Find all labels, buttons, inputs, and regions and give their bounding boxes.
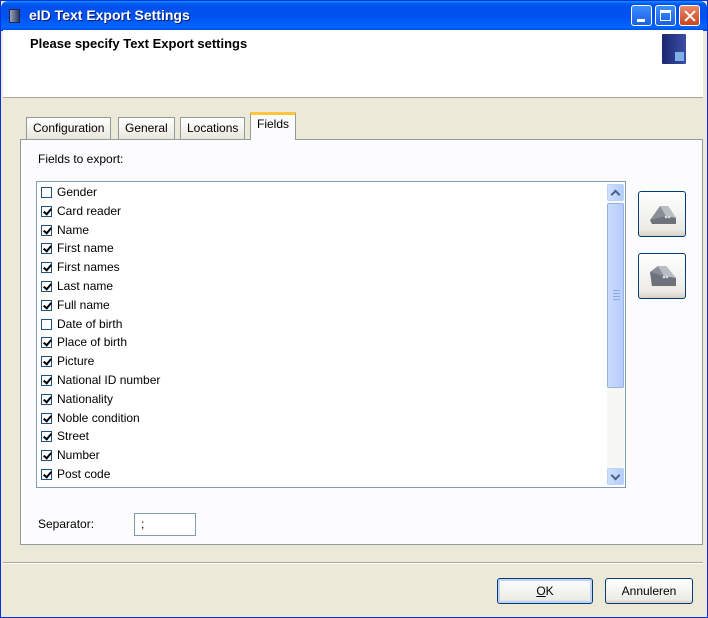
field-label: Place of birth — [57, 335, 128, 350]
fields-list[interactable]: Gender Card reader Name First name First nam… — [36, 181, 626, 488]
move-up-icon — [650, 206, 676, 224]
field-label: Full name — [57, 297, 110, 312]
tab-locations[interactable]: Locations — [180, 117, 246, 139]
separator-input[interactable]: ; — [134, 513, 196, 536]
title-bar[interactable]: eID Text Export Settings — [1, 1, 707, 31]
field-checkbox[interactable] — [41, 243, 52, 255]
field-label: Gender — [57, 185, 98, 199]
window-title: eID Text Export Settings — [29, 7, 190, 23]
field-checkbox[interactable] — [41, 393, 52, 405]
scroll-down-button[interactable] — [607, 468, 624, 485]
field-label: Last name — [57, 279, 114, 293]
field-checkbox[interactable] — [41, 187, 52, 198]
field-checkbox[interactable] — [41, 375, 52, 386]
field-checkbox[interactable] — [41, 450, 52, 462]
move-down-icon — [650, 266, 676, 286]
app-icon — [9, 9, 20, 23]
tab-configuration[interactable]: Configuration — [26, 117, 112, 139]
field-label: Card reader — [57, 203, 122, 218]
header-text: Please specify Text Export settings — [30, 36, 248, 51]
ok-accelerator: O — [536, 584, 546, 598]
field-checkbox[interactable] — [41, 469, 52, 480]
move-down-button[interactable] — [638, 253, 686, 299]
field-checkbox[interactable] — [41, 318, 52, 330]
field-label: National ID number — [57, 373, 161, 387]
field-label: Noble condition — [57, 410, 140, 425]
field-label: First name — [57, 241, 114, 256]
field-label: Picture — [57, 354, 95, 369]
field-checkbox[interactable] — [41, 205, 52, 217]
grip-line — [613, 293, 620, 294]
scroll-thumb[interactable] — [607, 203, 624, 388]
field-label: Number — [57, 448, 100, 463]
field-checkbox[interactable] — [41, 262, 52, 274]
field-label: Street — [57, 429, 90, 444]
eid-logo-icon — [662, 34, 686, 64]
field-checkbox[interactable] — [41, 299, 52, 311]
field-label: Date of birth — [57, 316, 123, 331]
divider — [3, 562, 703, 564]
field-checkbox[interactable] — [41, 356, 52, 368]
fields-to-export-label: Fields to export: — [38, 152, 124, 166]
field-label: First names — [57, 260, 120, 275]
close-button[interactable] — [679, 5, 700, 26]
tab-general[interactable]: General — [118, 117, 175, 139]
minimize-button[interactable] — [631, 5, 652, 26]
field-label: Post code — [57, 467, 111, 481]
move-up-button[interactable] — [638, 191, 686, 237]
separator-label: Separator: — [38, 517, 95, 531]
field-label: Nationality — [57, 391, 114, 406]
vertical-scrollbar[interactable] — [607, 184, 624, 485]
field-checkbox[interactable] — [41, 224, 52, 236]
maximize-button[interactable] — [655, 5, 676, 26]
field-checkbox[interactable] — [41, 281, 52, 292]
grip-line — [613, 299, 620, 300]
ok-button[interactable]: OK — [497, 578, 593, 604]
field-checkbox[interactable] — [41, 431, 52, 443]
ok-label: K — [545, 584, 554, 598]
cancel-button[interactable]: Annuleren — [605, 578, 693, 604]
field-checkbox[interactable] — [41, 337, 52, 349]
tab-fields[interactable]: Fields — [250, 112, 297, 140]
grip-line — [613, 290, 620, 291]
grip-line — [613, 296, 620, 297]
field-label: Name — [57, 222, 90, 237]
scroll-up-button[interactable] — [607, 184, 624, 201]
field-checkbox[interactable] — [41, 412, 52, 424]
